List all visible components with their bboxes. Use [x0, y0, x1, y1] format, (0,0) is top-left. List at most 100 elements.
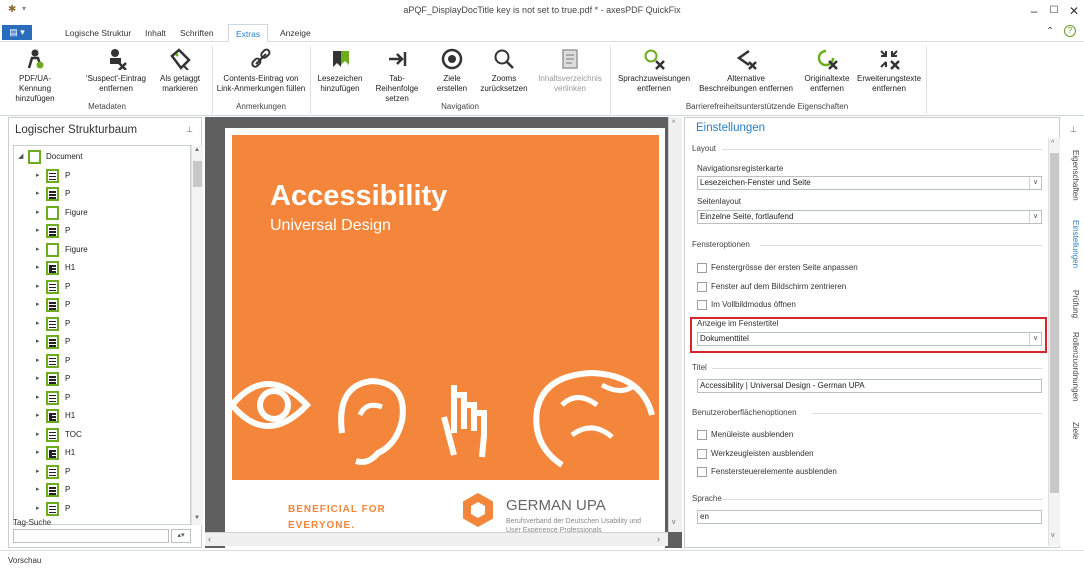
sprache-input[interactable]: en: [697, 510, 1042, 524]
maximize-button[interactable]: ☐: [1044, 2, 1064, 20]
tree-node[interactable]: ▸ P: [14, 185, 184, 203]
tree-node[interactable]: ▸ P: [14, 370, 184, 388]
document-hscrollbar[interactable]: ‹ ›: [205, 532, 668, 546]
expand-arrow-icon[interactable]: ▸: [36, 185, 40, 203]
expand-arrow-icon[interactable]: ▸: [36, 315, 40, 333]
tab-schriften[interactable]: Schriften: [173, 24, 221, 42]
scroll-down-icon[interactable]: v: [1051, 532, 1055, 539]
help-icon[interactable]: ?: [1064, 25, 1076, 37]
tree-node[interactable]: ▸ P: [14, 481, 184, 499]
fullscreen-checkbox[interactable]: [697, 300, 707, 310]
ziele-erstellen-button[interactable]: Ziele erstellen: [430, 46, 474, 98]
expand-arrow-icon[interactable]: ▸: [36, 296, 40, 314]
tag-search-input[interactable]: [13, 529, 169, 543]
window-title: aPQF_DisplayDocTitle key is not set to t…: [403, 5, 681, 15]
tab-logische-struktur[interactable]: Logische Struktur: [58, 24, 138, 42]
expand-arrow-icon[interactable]: ▸: [36, 222, 40, 240]
tree-node[interactable]: ▸ P: [14, 222, 184, 240]
tree-node[interactable]: ▸ P: [14, 278, 184, 296]
pin-icon[interactable]: ⊥: [186, 125, 193, 134]
pdfua-kennung-button[interactable]: PDF/UA-Kennung hinzufügen: [4, 46, 66, 103]
contents-eintrag-button[interactable]: Contents-Eintrag von Link-Anmerkungen fü…: [216, 46, 306, 98]
getaggt-markieren-button[interactable]: Als getaggt markieren: [152, 46, 208, 98]
center-window-checkbox[interactable]: [697, 282, 707, 292]
close-button[interactable]: ✕: [1064, 2, 1084, 20]
tree-scrollbar[interactable]: ▲ ▼: [191, 145, 203, 525]
tree-node-document[interactable]: ◢ Document: [14, 148, 184, 166]
side-tab-rollenzuordnungen[interactable]: Rollenzuordnungen: [1064, 332, 1080, 401]
side-tab-ziele[interactable]: Ziele: [1064, 422, 1080, 439]
resize-window-checkbox[interactable]: [697, 263, 707, 273]
lesezeichen-hinzufuegen-button[interactable]: Lesezeichen hinzufügen: [313, 46, 367, 98]
app-menu-button[interactable]: ▤ ▾: [2, 25, 32, 40]
hide-toolbars-checkbox[interactable]: [697, 449, 707, 459]
chevron-down-icon[interactable]: ∨: [1029, 211, 1041, 223]
nav-register-select[interactable]: Lesezeichen-Fenster und Seite ∨: [697, 176, 1042, 190]
minimize-button[interactable]: –: [1024, 2, 1044, 20]
expand-arrow-icon[interactable]: ▸: [36, 389, 40, 407]
pin-icon[interactable]: ⊥: [1070, 125, 1077, 134]
tree-node[interactable]: ▸ TOC: [14, 426, 184, 444]
erweiterungstexte-entfernen-button[interactable]: Erweiterungstexte entfernen: [856, 46, 922, 98]
expand-arrow-icon[interactable]: ▸: [36, 370, 40, 388]
zooms-zuruecksetzen-button[interactable]: Zooms zurücksetzen: [476, 46, 532, 98]
hide-menu-checkbox[interactable]: [697, 430, 707, 440]
expand-arrow-icon[interactable]: ▸: [36, 481, 40, 499]
chevron-down-icon[interactable]: ∨: [1029, 177, 1041, 189]
scroll-up-icon[interactable]: ^: [1051, 140, 1054, 147]
collapse-ribbon-icon[interactable]: ⌃: [1046, 26, 1054, 37]
scroll-right-icon[interactable]: ›: [657, 534, 660, 544]
tree-node[interactable]: ▸ P: [14, 315, 184, 333]
originaltexte-entfernen-button[interactable]: Originaltexte entfernen: [800, 46, 854, 98]
expand-arrow-icon[interactable]: ▸: [36, 444, 40, 462]
hide-controls-checkbox[interactable]: [697, 467, 707, 477]
expand-arrow-icon[interactable]: ▸: [36, 463, 40, 481]
scroll-down-icon[interactable]: v: [672, 519, 676, 526]
alternative-beschreibungen-button[interactable]: Alternative Beschreibungen entfernen: [696, 46, 796, 98]
tree-node[interactable]: ▸ P: [14, 389, 184, 407]
tree-node[interactable]: ▸ H1: [14, 407, 184, 425]
expand-arrow-icon[interactable]: ▸: [36, 204, 40, 222]
tab-reihenfolge-button[interactable]: Tab-Reihenfolge setzen: [368, 46, 426, 103]
side-tab-eigenschaften[interactable]: Eigenschaften: [1064, 150, 1080, 201]
tree-node[interactable]: ▸ P: [14, 500, 184, 518]
document-vscrollbar[interactable]: ^ v: [668, 117, 682, 532]
titel-input[interactable]: Accessibility | Universal Design - Germa…: [697, 379, 1042, 393]
tree-node[interactable]: ▸ P: [14, 296, 184, 314]
expand-arrow-icon[interactable]: ▸: [36, 259, 40, 277]
expand-arrow-icon[interactable]: ▸: [36, 407, 40, 425]
expand-arrow-icon[interactable]: ▸: [36, 241, 40, 259]
tree-node[interactable]: ▸ P: [14, 333, 184, 351]
tree-node[interactable]: ▸ Figure: [14, 241, 184, 259]
tree-scroll-thumb[interactable]: [193, 161, 202, 187]
tab-extras[interactable]: Extras: [228, 24, 269, 42]
tag-search-spin[interactable]: ▴▾: [171, 529, 191, 543]
expand-arrow-icon[interactable]: ▸: [36, 333, 40, 351]
side-tab-einstellungen[interactable]: Einstellungen: [1064, 220, 1080, 268]
scroll-up-icon[interactable]: ▲: [194, 147, 200, 153]
tree-node[interactable]: ▸ H1: [14, 444, 184, 462]
tab-inhalt[interactable]: Inhalt: [138, 24, 173, 42]
expand-arrow-icon[interactable]: ▸: [36, 500, 40, 518]
tree-node[interactable]: ▸ P: [14, 167, 184, 185]
expanded-arrow-icon[interactable]: ◢: [18, 148, 23, 166]
side-tab-pruefung[interactable]: Prüfung: [1064, 290, 1080, 318]
suspect-remove-icon: [104, 48, 128, 70]
expand-arrow-icon[interactable]: ▸: [36, 352, 40, 370]
inhaltsverzeichnis-verlinken-button[interactable]: Inhaltsverzeichnis verlinken: [534, 46, 606, 98]
tab-anzeige[interactable]: Anzeige: [273, 24, 318, 42]
scroll-left-icon[interactable]: ‹: [208, 534, 211, 544]
suspect-entfernen-button[interactable]: 'Suspect'-Eintrag entfernen: [86, 46, 146, 98]
seitenlayout-select[interactable]: Einzelne Seite, fortlaufend ∨: [697, 210, 1042, 224]
sprachzuweisungen-entfernen-button[interactable]: Sprachzuweisungen entfernen: [614, 46, 694, 98]
expand-arrow-icon[interactable]: ▸: [36, 167, 40, 185]
scroll-down-icon[interactable]: ▼: [194, 515, 200, 521]
tree-node[interactable]: ▸ P: [14, 352, 184, 370]
tree-node[interactable]: ▸ Figure: [14, 204, 184, 222]
expand-arrow-icon[interactable]: ▸: [36, 278, 40, 296]
tree-node[interactable]: ▸ H1: [14, 259, 184, 277]
scroll-up-icon[interactable]: ^: [672, 120, 675, 127]
settings-scroll-thumb[interactable]: [1050, 153, 1059, 493]
tree-node[interactable]: ▸ P: [14, 463, 184, 481]
expand-arrow-icon[interactable]: ▸: [36, 426, 40, 444]
